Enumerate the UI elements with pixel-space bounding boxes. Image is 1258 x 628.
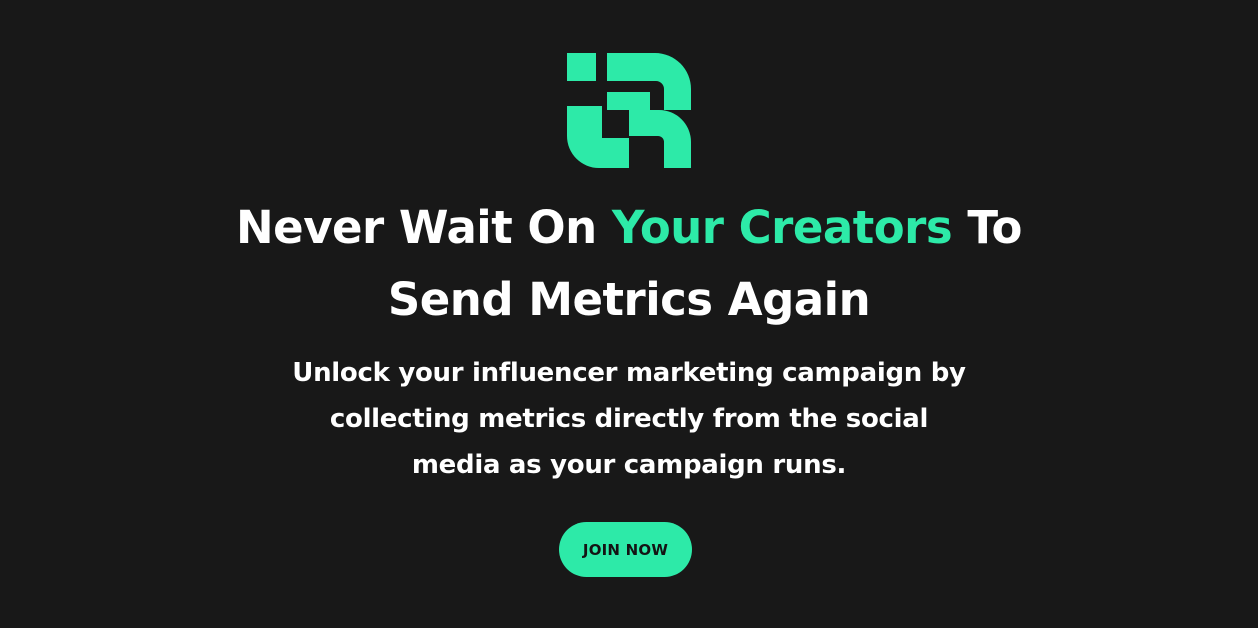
headline-accent: Your Creators [611, 201, 953, 254]
headline-part-2: To [952, 201, 1022, 254]
headline-part-1: Never Wait On [236, 201, 612, 254]
brand-logo-icon [567, 53, 691, 168]
subtext-line-1: Unlock your influencer marketing campaig… [292, 358, 966, 388]
hero-page: Never Wait On Your Creators To Send Metr… [0, 0, 1258, 628]
hero-headline: Never Wait On Your Creators To Send Metr… [0, 192, 1258, 336]
subtext-line-2: collecting metrics directly from the soc… [329, 404, 929, 434]
headline-line-1: Never Wait On Your Creators To [0, 192, 1258, 264]
hero-subtext: Unlock your influencer marketing campaig… [229, 350, 1029, 488]
headline-line-2: Send Metrics Again [387, 273, 871, 326]
join-now-button[interactable]: JOIN NOW [559, 522, 692, 577]
subtext-line-3: media as your campaign runs. [411, 450, 847, 480]
